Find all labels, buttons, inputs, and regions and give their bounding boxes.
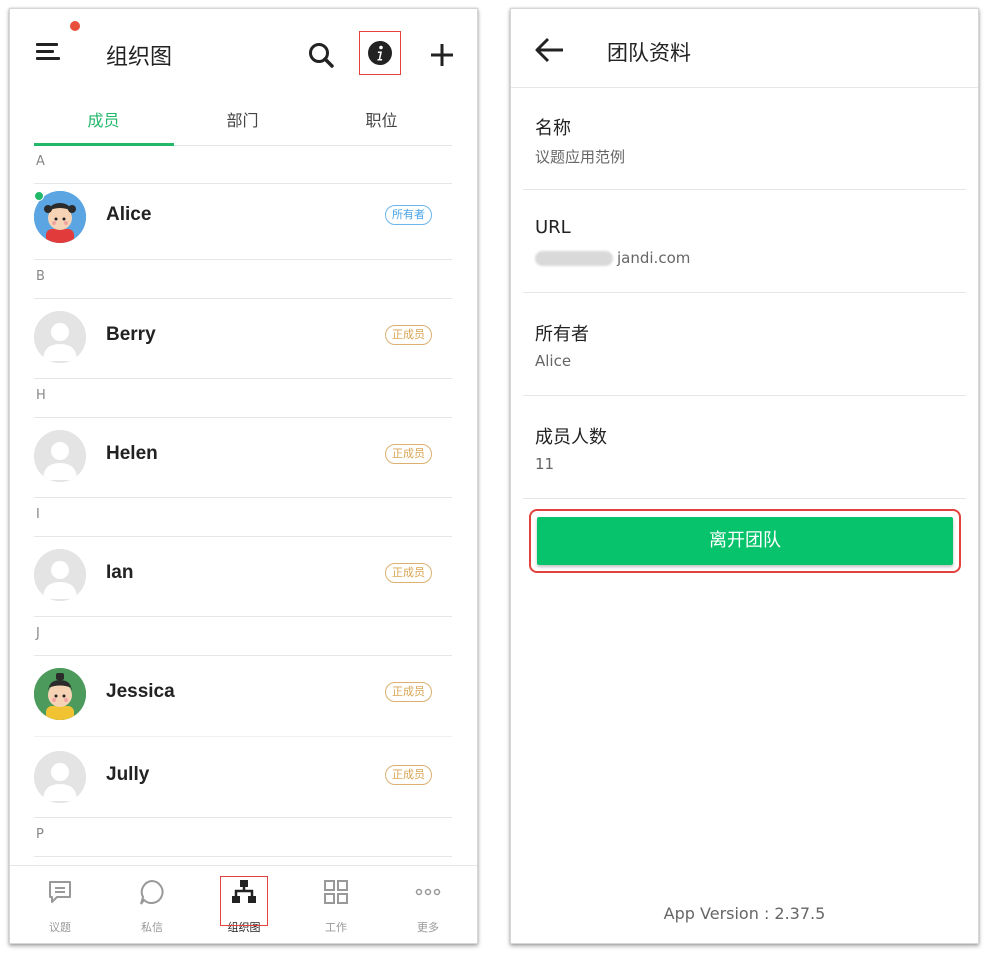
member-name: Helen (106, 443, 158, 464)
avatar-placeholder-icon (34, 751, 86, 803)
nav-messages[interactable]: 私信 (106, 866, 198, 943)
nav-work[interactable]: 工作 (290, 866, 382, 943)
notification-dot (70, 21, 80, 31)
search-icon[interactable] (301, 35, 341, 75)
section-header-p: P (34, 817, 452, 857)
menu-icon[interactable] (36, 41, 64, 67)
online-status-dot (34, 191, 44, 201)
team-profile-screen: 团队资料 名称 议题应用范例 URL jandi.com 所有者 Alice 成… (510, 8, 979, 944)
role-badge: 正成员 (385, 563, 432, 583)
member-row-jessica[interactable]: Jessica 正成员 (34, 654, 452, 736)
member-count-row: 成员人数 11 (523, 396, 966, 499)
section-header-j: J (34, 616, 452, 656)
member-row-jully[interactable]: Jully 正成员 (34, 736, 452, 819)
role-badge: 正成员 (385, 682, 432, 702)
app-header: 组织图 (10, 9, 477, 95)
field-label: 成员人数 (535, 427, 607, 448)
info-icon[interactable] (359, 31, 401, 75)
section-header-b: B (34, 259, 452, 299)
app-header: 团队资料 (511, 9, 978, 88)
avatar-placeholder-icon (34, 549, 86, 601)
tab-members[interactable]: 成员 (34, 99, 173, 145)
highlight-box: 离开团队 (529, 509, 961, 573)
grid-icon (322, 878, 350, 906)
member-name: Berry (106, 324, 156, 345)
member-name: Jully (106, 764, 150, 785)
nav-more[interactable]: 更多 (382, 866, 474, 943)
field-label: 所有者 (535, 324, 589, 345)
page-title: 组织图 (106, 45, 173, 70)
member-row-berry[interactable]: Berry 正成员 (34, 297, 452, 379)
tab-bar: 成员 部门 职位 (34, 99, 452, 146)
highlight-box (220, 876, 268, 926)
field-value: Alice (535, 352, 572, 370)
team-url-row: URL jandi.com (523, 190, 966, 293)
chat-bubble-icon (46, 878, 74, 906)
role-badge: 正成员 (385, 765, 432, 785)
back-arrow-icon[interactable] (533, 35, 567, 65)
bottom-navigation: 议题 私信 组织图 工作 更多 (10, 865, 477, 943)
app-version: App Version : 2.37.5 (663, 904, 826, 923)
field-label: 名称 (535, 118, 571, 139)
message-icon (138, 878, 166, 906)
role-badge: 正成员 (385, 325, 432, 345)
more-dots-icon (414, 878, 442, 906)
field-value: jandi.com (535, 249, 690, 267)
team-name-row: 名称 议题应用范例 (523, 87, 966, 190)
member-row-ian[interactable]: Ian 正成员 (34, 535, 452, 617)
add-icon[interactable] (422, 35, 462, 75)
avatar (34, 668, 86, 720)
org-chart-screen: 组织图 成员 部门 职位 A Alice 所有者 B Berry 正成员 H H… (9, 8, 478, 944)
avatar-placeholder-icon (34, 430, 86, 482)
tab-positions[interactable]: 职位 (312, 99, 451, 145)
member-row-alice[interactable]: Alice 所有者 (34, 177, 452, 259)
member-name: Jessica (106, 681, 175, 702)
team-owner-row: 所有者 Alice (523, 293, 966, 396)
redacted-text (535, 251, 613, 266)
member-row-helen[interactable]: Helen 正成员 (34, 416, 452, 498)
leave-team-button[interactable]: 离开团队 (537, 517, 953, 565)
avatar-placeholder-icon (34, 311, 86, 363)
field-label: URL (535, 217, 571, 238)
role-badge: 正成员 (385, 444, 432, 464)
nav-topics[interactable]: 议题 (14, 866, 106, 943)
page-title: 团队资料 (607, 41, 691, 65)
field-value: 11 (535, 455, 555, 473)
role-badge: 所有者 (385, 205, 432, 225)
field-value: 议题应用范例 (535, 148, 626, 166)
member-name: Ian (106, 562, 134, 583)
member-name: Alice (106, 204, 152, 225)
section-header-i: I (34, 497, 452, 537)
tab-departments[interactable]: 部门 (173, 99, 312, 145)
section-header-h: H (34, 378, 452, 418)
